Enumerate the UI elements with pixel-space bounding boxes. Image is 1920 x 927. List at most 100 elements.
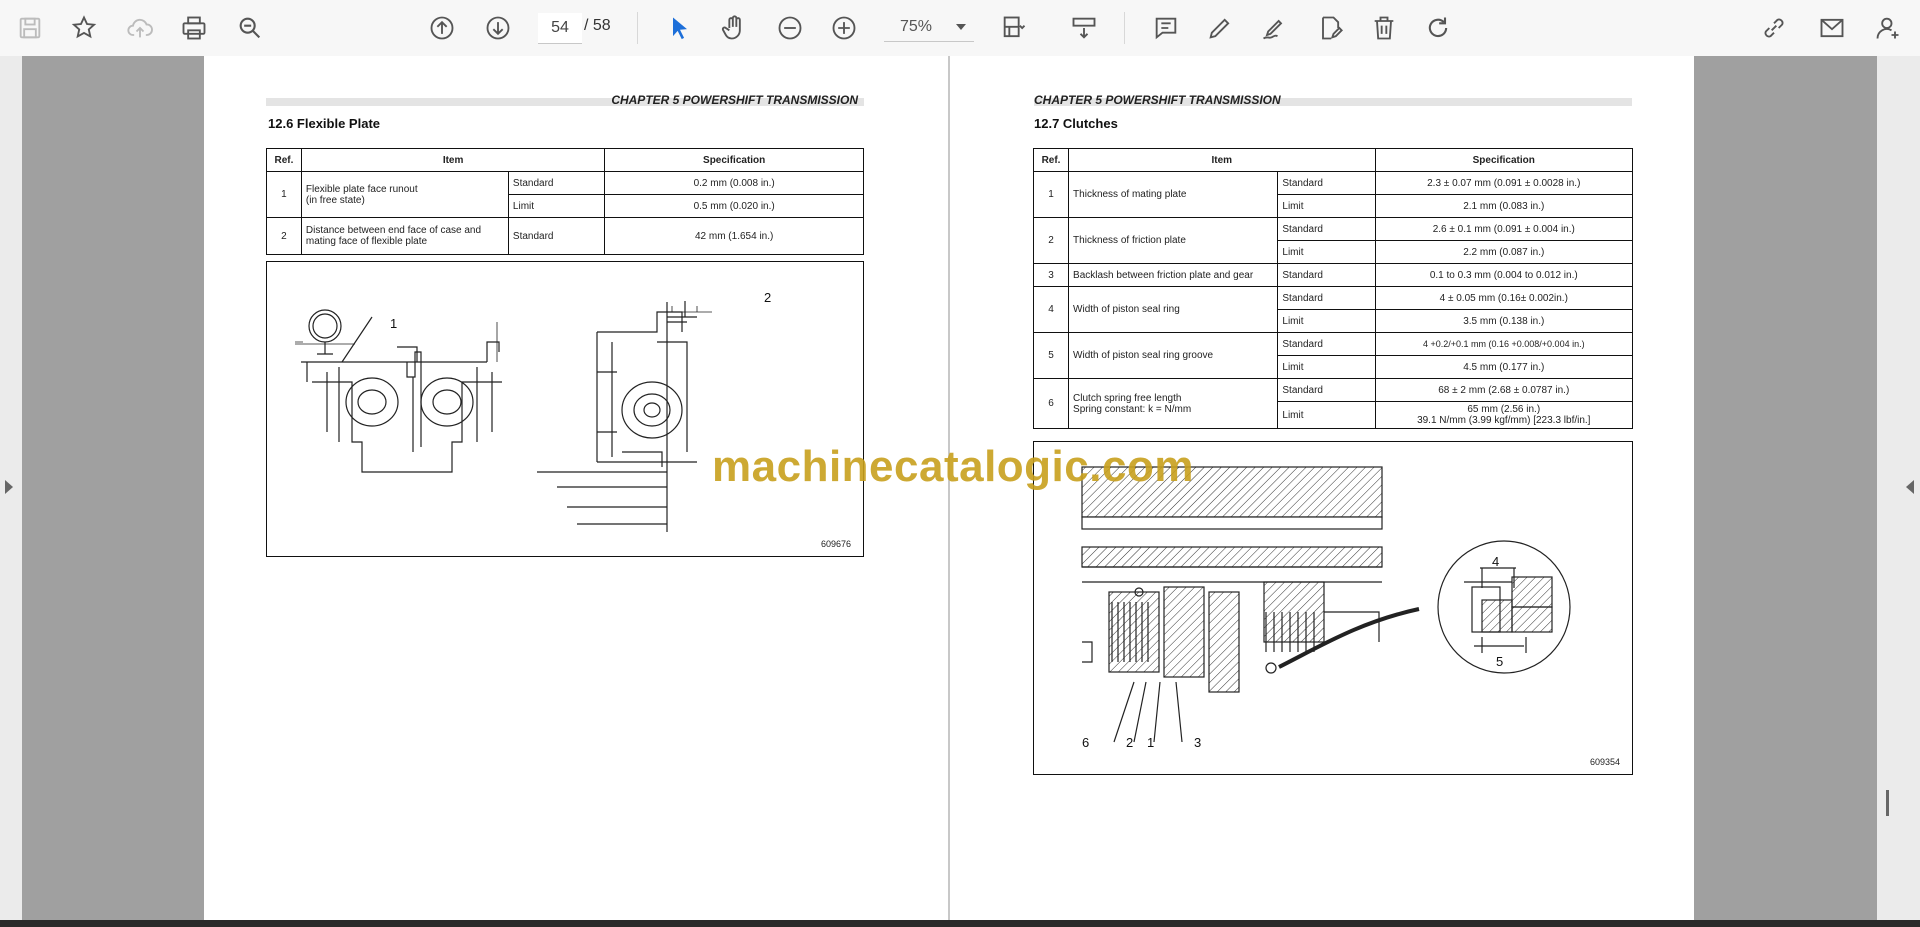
toolbar-divider	[637, 12, 638, 44]
row-ref: 2	[266, 217, 302, 255]
expand-left-panel-icon[interactable]	[5, 480, 13, 494]
left-panel-toggle[interactable]	[0, 56, 22, 920]
page-layout-icon[interactable]	[996, 10, 1032, 46]
sign-icon[interactable]	[1256, 10, 1292, 46]
edit-document-icon[interactable]	[1312, 10, 1348, 46]
row-item: Flexible plate face runout (in free stat…	[300, 171, 509, 218]
row-condition: Limit	[1277, 355, 1376, 379]
next-page-icon[interactable]	[480, 10, 516, 46]
row-ref: 4	[1032, 286, 1070, 333]
figure-callout: 4	[1492, 554, 1499, 569]
zoom-out-search-icon[interactable]	[232, 10, 268, 46]
bookmark-star-icon[interactable]	[66, 10, 102, 46]
row-item: Thickness of friction plate	[1068, 217, 1279, 264]
hand-tool-icon[interactable]	[716, 10, 752, 46]
row-spec: 0.1 to 0.3 mm (0.004 to 0.012 in.)	[1374, 263, 1634, 287]
zoom-in-icon[interactable]	[826, 10, 862, 46]
share-link-icon[interactable]	[1756, 10, 1792, 46]
row-condition: Standard	[1277, 171, 1376, 195]
delete-trash-icon[interactable]	[1366, 10, 1402, 46]
row-ref: 1	[266, 171, 302, 218]
row-condition: Limit	[507, 194, 606, 218]
row-item: Backlash between friction plate and gear	[1068, 263, 1279, 287]
zoom-value: 75%	[900, 18, 933, 35]
row-condition: Standard	[507, 217, 606, 255]
row-item: Distance between end face of case and ma…	[300, 217, 509, 255]
scrollbar-thumb[interactable]	[1886, 790, 1889, 816]
zoom-out-icon[interactable]	[772, 10, 808, 46]
row-ref: 6	[1032, 378, 1070, 429]
save-icon[interactable]	[12, 10, 48, 46]
spec-table: Ref. Item Specification 1 Flexible plate…	[266, 148, 864, 255]
user-account-icon[interactable]	[1870, 10, 1906, 46]
col-header-spec: Specification	[604, 148, 864, 172]
row-spec: 4 ± 0.05 mm (0.16± 0.002in.)	[1374, 286, 1634, 310]
flexible-plate-drawing: 1 2	[295, 290, 771, 532]
comment-icon[interactable]	[1148, 10, 1184, 46]
right-panel-toggle[interactable]	[1877, 56, 1920, 920]
section-title: 12.6 Flexible Plate	[268, 116, 381, 131]
row-spec: 0.2 mm (0.008 in.)	[604, 171, 864, 195]
row-condition: Standard	[1277, 217, 1376, 241]
row-spec: 2.1 mm (0.083 in.)	[1374, 194, 1634, 218]
cloud-upload-icon[interactable]	[122, 10, 158, 46]
row-spec: 4.5 mm (0.177 in.)	[1374, 355, 1634, 379]
row-spec: 68 ± 2 mm (2.68 ± 0.0787 in.)	[1374, 378, 1634, 402]
zoom-select[interactable]: 75%	[884, 13, 974, 42]
row-spec: 2.6 ± 0.1 mm (0.091 ± 0.004 in.)	[1374, 217, 1634, 241]
col-header-ref: Ref.	[266, 148, 302, 172]
figure-callout: 3	[1194, 735, 1201, 750]
page-total: / 58	[584, 17, 611, 34]
figure-callout: 1	[1147, 735, 1154, 750]
toolbar-divider	[1124, 12, 1125, 44]
row-spec: 2.3 ± 0.07 mm (0.091 ± 0.0028 in.)	[1374, 171, 1634, 195]
chevron-down-icon	[956, 24, 966, 30]
row-item: Width of piston seal ring groove	[1068, 332, 1279, 379]
figure-callout: 5	[1496, 654, 1503, 669]
taskbar-strip	[0, 920, 1920, 927]
col-header-ref: Ref.	[1032, 148, 1070, 172]
figure-callout: 1	[390, 316, 397, 331]
row-spec: 65 mm (2.56 in.) 39.1 N/mm (3.99 kgf/mm)…	[1374, 401, 1634, 429]
row-spec: 4 +0.2/+0.1 mm (0.16 +0.008/+0.004 in.)	[1374, 332, 1634, 356]
watermark: machinecatalogic.com	[712, 442, 1194, 491]
row-condition: Standard	[1277, 286, 1376, 310]
col-header-item: Item	[1068, 148, 1376, 172]
email-icon[interactable]	[1814, 10, 1850, 46]
row-condition: Limit	[1277, 194, 1376, 218]
col-header-item: Item	[300, 148, 606, 172]
rotate-redo-icon[interactable]	[1420, 10, 1456, 46]
previous-page-icon[interactable]	[424, 10, 460, 46]
figure-number: 609676	[820, 539, 851, 549]
select-cursor-icon[interactable]	[662, 10, 698, 46]
figure-callout: 2	[764, 290, 771, 305]
row-condition: Standard	[1277, 378, 1376, 402]
row-ref: 1	[1032, 171, 1070, 218]
row-condition: Limit	[1277, 309, 1376, 333]
row-item: Thickness of mating plate	[1068, 171, 1279, 218]
scroll-mode-icon[interactable]	[1066, 10, 1102, 46]
row-condition: Standard	[1277, 332, 1376, 356]
row-item: Clutch spring free length Spring constan…	[1068, 378, 1279, 429]
row-item: Width of piston seal ring	[1068, 286, 1279, 333]
row-ref: 5	[1032, 332, 1070, 379]
row-ref: 2	[1032, 217, 1070, 264]
row-spec: 2.2 mm (0.087 in.)	[1374, 240, 1634, 264]
col-header-spec: Specification	[1374, 148, 1634, 172]
page-number-input[interactable]	[538, 13, 582, 44]
row-condition: Limit	[1277, 401, 1376, 429]
row-spec: 3.5 mm (0.138 in.)	[1374, 309, 1634, 333]
pen-highlight-icon[interactable]	[1202, 10, 1238, 46]
section-title: 12.7 Clutches	[1034, 116, 1118, 131]
row-spec: 0.5 mm (0.020 in.)	[604, 194, 864, 218]
row-spec: 42 mm (1.654 in.)	[604, 217, 864, 255]
figure-callout: 6	[1082, 735, 1089, 750]
flexible-plate-figure: 1 2 609676	[266, 261, 864, 557]
row-condition: Standard	[1277, 263, 1376, 287]
figure-callout: 2	[1126, 735, 1133, 750]
chapter-header: CHAPTER 5 POWERSHIFT TRANSMISSION	[1034, 93, 1632, 107]
print-icon[interactable]	[176, 10, 212, 46]
expand-right-panel-icon[interactable]	[1906, 480, 1914, 494]
chapter-header: CHAPTER 5 POWERSHIFT TRANSMISSION	[266, 93, 864, 107]
row-condition: Standard	[507, 171, 606, 195]
